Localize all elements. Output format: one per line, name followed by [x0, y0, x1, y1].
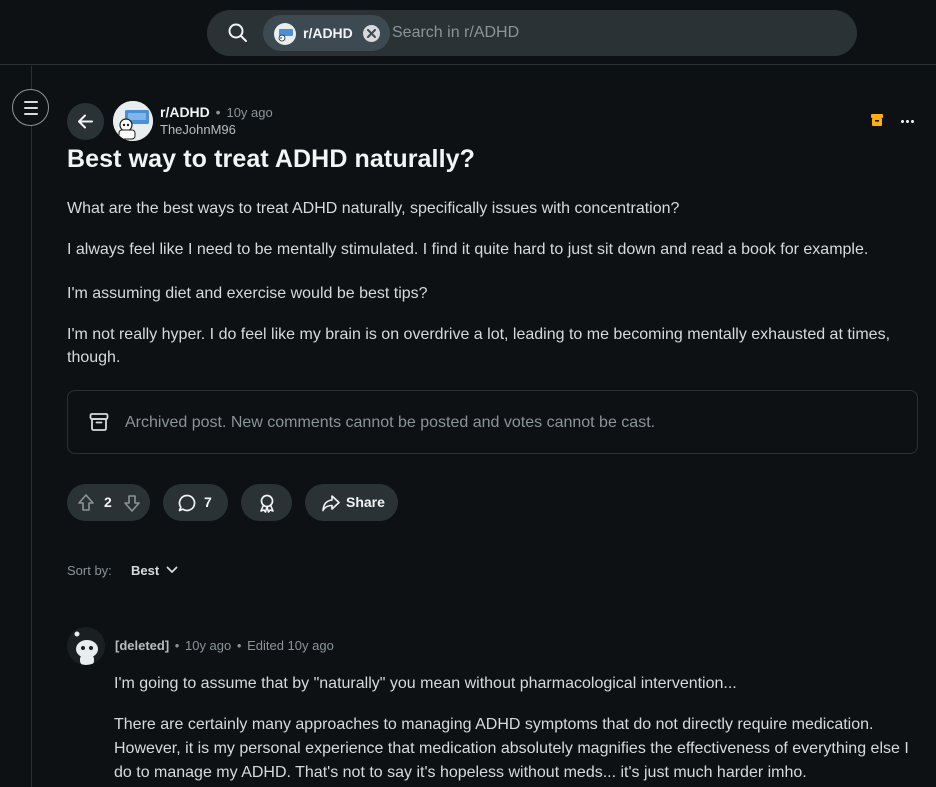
post-paragraph: I'm not really hyper. I do feel like my … — [67, 326, 891, 366]
back-arrow-icon — [78, 114, 93, 129]
overflow-icon — [911, 120, 914, 123]
sort-value: Best — [131, 563, 160, 578]
separator-dot: • — [236, 638, 242, 653]
subreddit-link[interactable]: r/ADHD — [160, 104, 210, 120]
comment-edited: Edited 10y ago — [247, 638, 334, 653]
community-chip[interactable]: r/ADHD — [263, 15, 390, 51]
comment-paragraph: There are certainly many approaches to m… — [114, 716, 909, 781]
post-age: 10y ago — [226, 105, 273, 120]
post-paragraph: I'm assuming diet and exercise would be … — [67, 285, 428, 302]
community-avatar-icon — [274, 23, 296, 45]
overflow-menu-button[interactable] — [896, 109, 920, 133]
upvote-icon[interactable] — [76, 493, 96, 513]
comment-count: 7 — [204, 494, 212, 510]
search-input[interactable] — [392, 21, 832, 45]
comment-avatar — [67, 627, 105, 665]
post-title: Best way to treat ADHD naturally? — [67, 145, 476, 173]
separator-dot: • — [215, 104, 221, 120]
share-icon — [322, 495, 340, 512]
archive-icon — [871, 114, 883, 126]
subreddit-avatar[interactable] — [113, 101, 153, 141]
comment-age: 10y ago — [184, 638, 232, 653]
award-icon — [260, 494, 274, 513]
subreddit-avatar-image — [113, 101, 153, 141]
top-bar: r/ADHD — [0, 0, 936, 65]
left-rail-divider — [31, 66, 32, 787]
sort-label: Sort by: — [67, 563, 112, 578]
clear-community-button[interactable] — [363, 25, 380, 42]
vote-control: 2 — [67, 484, 150, 521]
menu-button[interactable] — [12, 89, 49, 126]
menu-icon — [24, 101, 38, 103]
community-chip-label: r/ADHD — [303, 25, 353, 41]
chevron-down-icon — [166, 566, 178, 573]
menu-icon — [24, 107, 38, 109]
overflow-icon — [906, 120, 909, 123]
search-bar[interactable]: r/ADHD — [207, 10, 857, 56]
sort-dropdown[interactable]: Best — [122, 558, 184, 584]
post-author[interactable]: TheJohnM96 — [160, 122, 236, 137]
back-button[interactable] — [67, 103, 104, 140]
share-label: Share — [346, 494, 385, 510]
overflow-icon — [901, 120, 904, 123]
menu-icon — [24, 113, 38, 115]
post-paragraph: I always feel like I need to be mentally… — [67, 241, 869, 258]
comment-icon — [178, 494, 196, 512]
share-button[interactable]: Share — [305, 484, 398, 521]
comment-meta: [deleted] • 10y ago • Edited 10y ago — [115, 638, 334, 653]
post-paragraph: What are the best ways to treat ADHD nat… — [67, 200, 680, 217]
separator-dot: • — [174, 638, 180, 653]
comments-button[interactable]: 7 — [163, 484, 228, 521]
vote-count: 2 — [104, 494, 112, 510]
downvote-icon[interactable] — [122, 493, 142, 513]
award-button[interactable] — [241, 484, 292, 521]
comment-paragraph: I'm going to assume that by "naturally" … — [114, 675, 737, 692]
comment-author: [deleted] — [115, 638, 170, 653]
snoo-avatar-icon — [67, 627, 105, 665]
search-icon[interactable] — [227, 22, 249, 44]
archived-notice-text: Archived post. New comments cannot be po… — [125, 414, 656, 431]
archived-notice: Archived post. New comments cannot be po… — [67, 390, 918, 454]
archive-box-icon — [89, 413, 109, 431]
post-meta: r/ADHD • 10y ago — [160, 104, 273, 120]
clear-icon — [367, 29, 376, 38]
